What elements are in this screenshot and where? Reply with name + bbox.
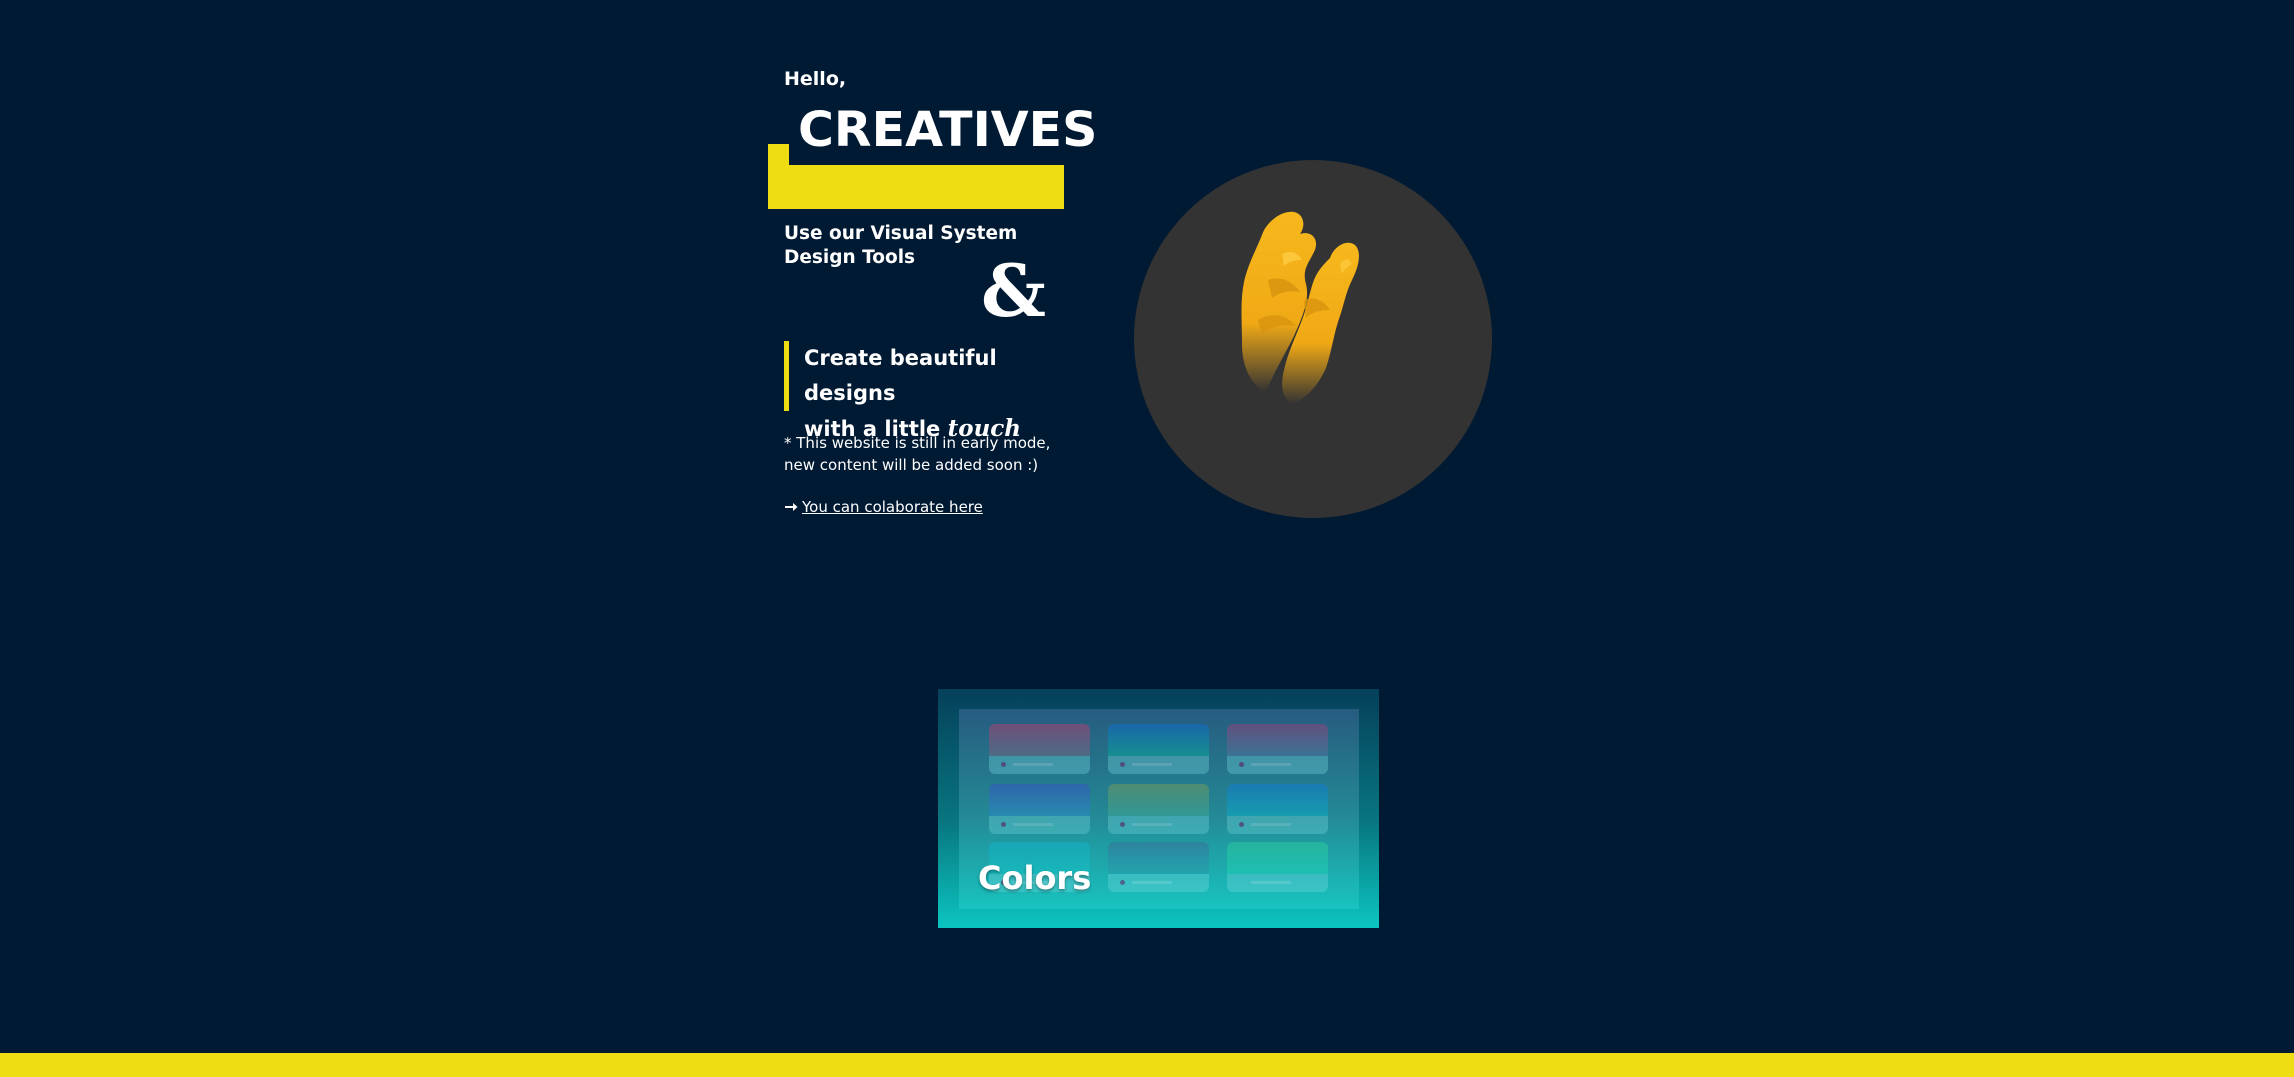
color-swatch [1227,724,1328,774]
color-swatch [1108,842,1209,892]
ampersand: & [981,248,1047,333]
arrow-right-icon [785,503,798,511]
hero-image-circle [1134,160,1492,518]
color-swatch [989,724,1090,774]
color-swatch [1108,724,1209,774]
color-swatch [1227,784,1328,834]
early-mode-note: * This website is still in early mode, n… [784,434,1051,474]
color-swatch [1227,842,1328,892]
headline-block: CREATIVES [768,100,1097,210]
hands-illustration [1241,211,1359,404]
colors-card[interactable]: Colors [938,689,1379,928]
greeting: Hello, [784,68,847,90]
footer-accent-bar [0,1053,2294,1077]
headline-accent-bar [768,165,1064,209]
headline: CREATIVES [798,102,1098,158]
collaborate-link-row[interactable]: You can colaborate here [784,498,983,516]
color-swatch [1108,784,1209,834]
color-swatch [989,784,1090,834]
headline-accent-tab [768,144,789,166]
collaborate-link[interactable]: You can colaborate here [802,498,983,516]
tagline-line-1: Create beautiful designs [804,346,997,405]
tagline-quote: Create beautiful designs with a little t… [784,341,1074,442]
colors-card-title: Colors [978,859,1092,897]
